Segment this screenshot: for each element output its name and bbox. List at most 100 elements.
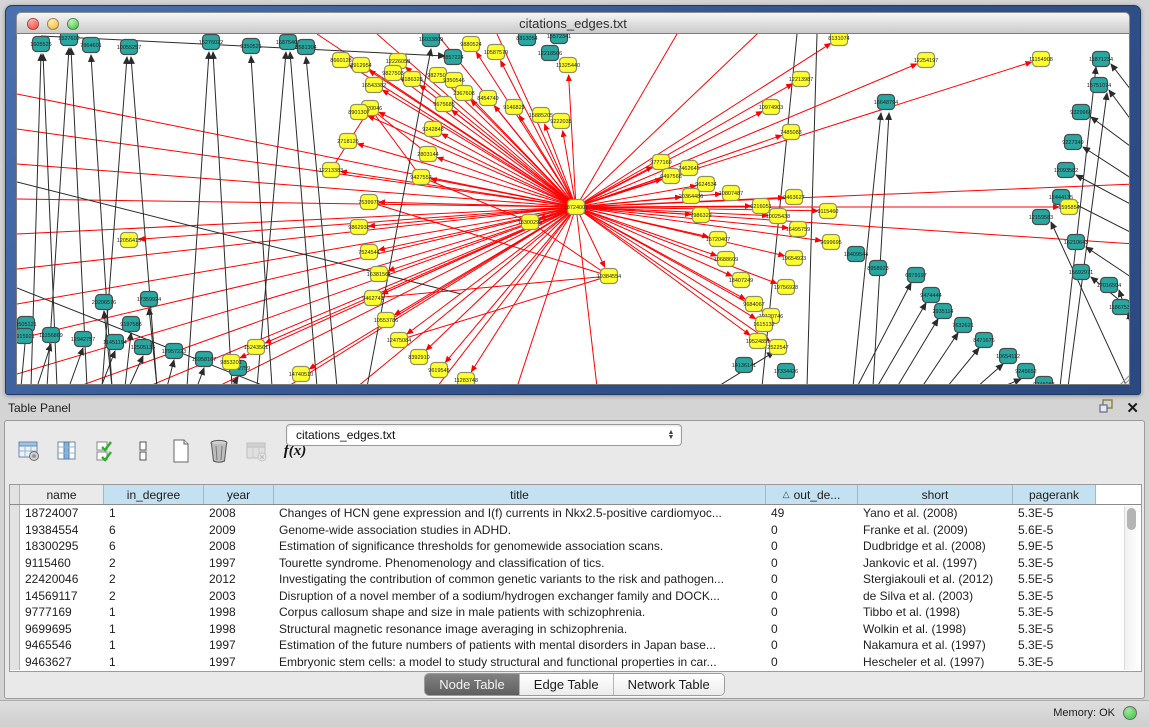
table-row[interactable]: 1872400712008Changes of HCN gene express… [10,505,1141,522]
network-node[interactable]: 9684067 [743,297,764,312]
network-node[interactable]: 16958167 [192,352,216,367]
network-node[interactable]: 16033809 [419,34,443,47]
network-node[interactable]: 8471676 [973,333,994,348]
column-header-pagerank[interactable]: pagerank [1013,485,1096,504]
network-node[interactable]: 8958923 [867,261,888,276]
network-node[interactable]: 19384554 [597,269,621,284]
delete-table-icon[interactable] [243,437,271,465]
table-row[interactable]: 977716911998Corpus callosum shape and si… [10,604,1141,621]
column-header-in-degree[interactable]: in_degree [104,485,204,504]
network-node[interactable]: 12942757 [71,332,95,347]
network-node[interactable]: 2367608 [453,86,474,101]
column-header-out-de-[interactable]: △out_de... [766,485,858,504]
network-node[interactable]: 20364486 [679,189,703,204]
network-node[interactable]: 9462741 [362,291,383,306]
network-node[interactable]: 16648794 [874,95,898,110]
network-node[interactable]: 10807487 [719,186,743,201]
network-node[interactable]: 15243561 [244,340,268,355]
network-node[interactable]: 9675685 [433,97,454,112]
network-node[interactable]: 10587579 [484,45,508,60]
network-node[interactable]: 12218506 [538,46,562,61]
network-node[interactable]: 9245083 [1033,377,1054,386]
table-scrollbar-thumb[interactable] [1127,508,1136,530]
table-row[interactable]: 946362711997Embryonic stem cells: a mode… [10,654,1141,671]
network-node[interactable]: 9222035 [550,114,571,129]
table-row[interactable]: 1938455462009Genome-wide association stu… [10,522,1141,539]
network-node[interactable]: 1605525 [30,37,51,52]
network-node[interactable]: 12056415 [117,233,141,248]
network-node[interactable]: 7485083 [780,125,801,140]
network-node[interactable]: 8392910 [408,350,429,365]
network-node[interactable]: 18724007 [564,200,588,215]
network-node[interactable]: 7986322 [690,208,711,223]
network-node[interactable]: 8912954 [350,58,371,73]
network-node[interactable]: 10688609 [714,252,738,267]
network-node[interactable]: 9862938 [348,220,369,235]
network-node[interactable]: 9197588 [120,317,141,332]
column-header-title[interactable]: title [274,485,766,504]
network-node[interactable]: 10025438 [766,209,790,224]
table-select-dropdown[interactable]: citations_edges.txt ▲▼ [286,424,682,446]
network-node[interactable]: 8186328 [401,72,422,87]
network-node[interactable]: 1595854 [1058,200,1079,215]
network-node[interactable]: 7857224 [442,50,463,65]
network-node[interactable]: 9463627 [783,190,804,205]
network-node[interactable]: 2718126 [337,134,358,149]
network-node[interactable]: 9146821 [503,100,524,115]
column-header-name[interactable]: name [20,485,104,504]
network-node[interactable]: 9350521 [240,39,261,54]
select-columns-icon[interactable] [91,437,119,465]
network-node[interactable]: 14740510 [289,367,313,382]
create-column-icon[interactable] [167,437,195,465]
network-node[interactable]: 7632621 [952,318,973,333]
network-node[interactable]: 6879197 [905,268,926,283]
network-node[interactable]: 1527602 [58,34,79,46]
column-header-short[interactable]: short [858,485,1013,504]
network-node[interactable]: 9227349 [1062,135,1083,150]
network-node[interactable]: 8454749 [477,91,498,106]
tab-edge-table[interactable]: Edge Table [520,674,614,695]
network-node[interactable]: 16381561 [367,267,391,282]
network-node[interactable]: 12213383 [319,163,343,178]
network-node[interactable]: 17334426 [774,364,798,379]
table-scrollbar[interactable] [1124,506,1138,670]
network-node[interactable]: 9619545 [428,363,449,378]
network-node[interactable]: 9245652 [1015,364,1036,379]
network-node[interactable]: 1615132 [753,317,774,332]
network-node[interactable]: 10055257 [117,40,141,55]
network-node[interactable]: 9777169 [650,155,671,170]
network-node[interactable]: 20206576 [92,295,116,310]
network-node[interactable]: 7539978 [358,195,379,210]
network-node[interactable]: 11867531 [1109,300,1130,315]
network-node[interactable]: 2935114 [932,304,953,319]
table-row[interactable]: 1830029562008Estimation of significance … [10,538,1141,555]
network-node[interactable]: 8581304 [295,40,316,55]
delete-column-icon[interactable] [205,437,233,465]
table-row[interactable]: 911546021997Tourette syndrome. Phenomeno… [10,555,1141,572]
table-row[interactable]: 969969511998Structural magnetic resonanc… [10,621,1141,638]
network-node[interactable]: 11325440 [556,58,580,73]
network-canvas[interactable]: 1605525152760279646011005525715276022935… [16,34,1130,385]
network-node[interactable]: 2803144 [417,147,438,162]
network-node[interactable]: 11154908 [1029,52,1053,67]
network-node[interactable]: 15276022 [199,35,223,50]
network-node[interactable]: 18300295 [518,215,542,230]
network-node[interactable]: 15572341 [547,34,571,44]
column-visibility-icon[interactable] [53,437,81,465]
network-node[interactable]: 15751074 [1087,78,1111,93]
table-row[interactable]: 2242004622012Investigating the contribut… [10,571,1141,588]
network-node[interactable]: 12475084 [387,333,411,348]
network-node[interactable]: 9880524 [460,37,481,52]
network-node[interactable]: 16543382 [362,78,386,93]
network-node[interactable]: 11283748 [454,373,478,386]
network-node[interactable]: 9853201 [220,355,241,370]
network-node[interactable]: 8901307 [348,105,369,120]
network-node[interactable]: 12093582 [1054,163,1078,178]
network-node[interactable]: 12159583 [1029,210,1053,225]
network-node[interactable]: 17957223 [162,344,186,359]
table-row[interactable]: 1456911722003Disruption of a novel membe… [10,588,1141,605]
network-node[interactable]: 2522547 [767,340,788,355]
network-node[interactable]: 9474444 [920,288,941,303]
float-panel-icon[interactable] [1099,399,1114,418]
table-row[interactable]: 946554611997Estimation of the future num… [10,637,1141,654]
